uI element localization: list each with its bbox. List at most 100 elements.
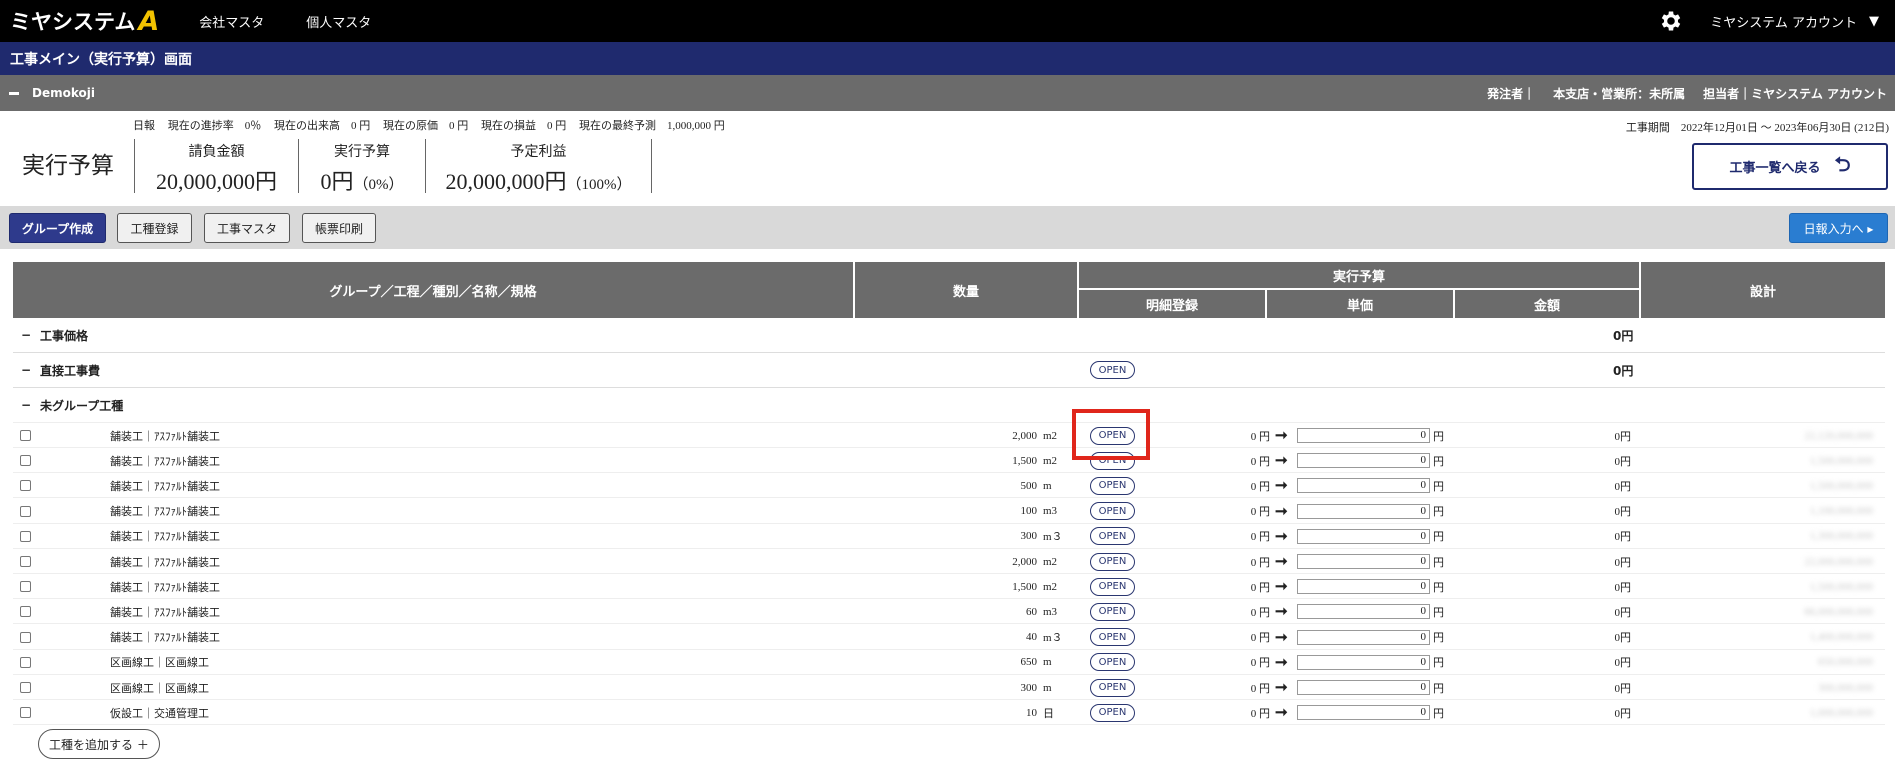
unit-price-input[interactable]: 0 [1297,654,1430,670]
arrow-right-icon: ➞ [1275,428,1288,444]
open-button[interactable]: OPEN [1090,602,1135,621]
row-checkbox[interactable] [20,656,31,668]
add-type-button[interactable]: 工種を追加する ＋ [38,729,160,759]
unit-price-input[interactable]: 0 [1297,680,1430,695]
item-current-price: 0 円 [1250,556,1270,569]
unit-price-input[interactable]: 0 [1297,705,1430,721]
group-row-ungrouped[interactable]: − 未グループ工種 [13,388,1885,423]
table-row[interactable]: 舗装工｜ｱｽﾌｧﾙﾄ舗装工 1,500 m2 OPEN 0 円 ➞ 0 円 0円 1,500,00… [13,448,1885,474]
unit-price-input[interactable]: 0 [1297,579,1430,595]
table-row[interactable]: 舗装工｜ｱｽﾌｧﾙﾄ舗装工 2,000 m2 OPEN 0 円 ➞ 0 円 0円 22,000,0… [13,549,1885,574]
unit-price-input[interactable]: 0 [1297,528,1430,544]
collapse-icon[interactable] [9,91,19,95]
open-button[interactable]: OPEN [1090,577,1135,596]
open-button[interactable]: OPEN [1090,476,1135,495]
item-amount: 0円 [1614,581,1632,594]
type-master-button[interactable]: 工事マスタ [204,213,290,243]
row-checkbox[interactable] [20,480,31,492]
unit-price-input[interactable]: 0 [1297,428,1430,443]
nav-company-master[interactable]: 会社マスタ [199,12,264,31]
item-amount: 0円 [1614,556,1632,569]
group-row-direct-cost[interactable]: − 直接工事費 OPEN 0円 [13,353,1885,388]
print-button[interactable]: 帳票印刷 [302,213,376,243]
construction-period: 工事期間 2022年12月01日 ～ 2023年06月30日 (212日) [1625,122,1889,134]
item-current-price: 0 円 [1250,632,1270,645]
daily-input-button[interactable]: 日報入力へ ▸ [1789,213,1888,243]
unit-price-input[interactable]: 0 [1297,478,1430,494]
table-row[interactable]: 舗装工｜ｱｽﾌｧﾙﾄ舗装工 2,000 m2 OPEN 0 円 ➞ 0 円 0円 22,120,0… [13,423,1885,448]
item-amount: 0円 [1614,632,1632,645]
group-row-construction-price[interactable]: − 工事価格 0円 [13,318,1885,353]
row-checkbox[interactable] [20,707,31,719]
app-logo[interactable]: ミヤシステム A [10,6,159,37]
table-row[interactable]: 区画線工｜区画線工 650 m OPEN 0 円 ➞ 0 円 0円 650,000,000 [13,650,1885,675]
header-budget: 実行予算 [1079,262,1639,288]
open-button[interactable]: OPEN [1090,678,1135,697]
unit-price-input[interactable]: 0 [1297,604,1430,620]
item-design-value: 1,000,000,000 [1809,706,1873,719]
arrow-right-icon: ➞ [1275,680,1288,696]
item-name: 舗装工｜ｱｽﾌｧﾙﾄ舗装工 [110,606,220,619]
caret-down-icon[interactable]: ▼ [1869,14,1879,29]
yen-label: 円 [1433,531,1444,544]
row-checkbox[interactable] [20,581,31,593]
item-name: 区画線工｜区画線工 [110,682,209,695]
table-row[interactable]: 舗装工｜ｱｽﾌｧﾙﾄ舗装工 500 m OPEN 0 円 ➞ 0 円 0円 1,500,000,0… [13,473,1885,499]
item-current-price: 0 円 [1250,657,1270,670]
logo-text: ミヤシステム [10,10,136,34]
highlight-box [1072,409,1150,460]
collapse-minus-icon[interactable]: − [16,398,36,412]
back-to-list-button[interactable]: 工事一覧へ戻る ⮌ [1692,143,1888,190]
row-checkbox[interactable] [20,430,31,441]
row-checkbox[interactable] [20,682,31,693]
item-name: 舗装工｜ｱｽﾌｧﾙﾄ舗装工 [110,581,220,594]
table-row[interactable]: 舗装工｜ｱｽﾌｧﾙﾄ舗装工 300 m３ OPEN 0 円 ➞ 0 円 0円 1,300,000,… [13,524,1885,549]
unit-price-input[interactable]: 0 [1297,453,1430,469]
open-button[interactable]: OPEN [1090,502,1135,521]
unit-price-input[interactable]: 0 [1297,629,1430,645]
header-group: グループ／工程／種別／名称／規格 [13,262,853,318]
yen-label: 円 [1433,682,1444,695]
item-quantity: 40 [1026,631,1037,644]
row-checkbox[interactable] [20,606,31,618]
collapse-minus-icon[interactable]: − [16,363,36,377]
unit-price-input[interactable]: 0 [1297,554,1430,569]
table-row[interactable]: 区画線工｜区画線工 300 m OPEN 0 円 ➞ 0 円 0円 300,000,000 [13,675,1885,700]
gear-icon[interactable] [1658,8,1684,34]
unit-price-input[interactable]: 0 [1297,503,1430,519]
table-row[interactable]: 舗装工｜ｱｽﾌｧﾙﾄ舗装工 100 m3 OPEN 0 円 ➞ 0 円 0円 1,100,000,… [13,499,1885,524]
contract-amount: 請負金額 20,000,000円 [134,139,298,194]
open-button[interactable]: OPEN [1090,552,1135,571]
table-row[interactable]: 舗装工｜ｱｽﾌｧﾙﾄ舗装工 60 m3 OPEN 0 円 ➞ 0 円 0円 66,000,000,… [13,599,1885,625]
collapse-minus-icon[interactable]: − [16,328,36,342]
item-name: 舗装工｜ｱｽﾌｧﾙﾄ舗装工 [110,455,220,468]
status-line: 日報 現在の進捗率 0％ 現在の出来高 0 円 現在の原価 0 円 現在の損益 … [133,117,735,133]
open-button[interactable]: OPEN [1090,527,1135,546]
nav-personal-master[interactable]: 個人マスタ [306,12,371,31]
register-type-button[interactable]: 工種登録 [117,213,192,243]
item-unit: m３ [1043,632,1063,645]
row-checkbox[interactable] [20,631,31,643]
open-button[interactable]: OPEN [1090,703,1135,722]
item-current-price: 0 円 [1250,682,1270,695]
create-group-button[interactable]: グループ作成 [9,213,106,243]
group-name: 未グループ工種 [40,398,124,413]
account-name[interactable]: ミヤシステム アカウント [1710,12,1857,31]
row-checkbox[interactable] [20,556,31,567]
status-progress: 現在の進捗率 0％ [167,120,262,132]
row-checkbox[interactable] [20,530,31,542]
status-cost: 現在の原価 0 円 [383,120,469,132]
table-row[interactable]: 舗装工｜ｱｽﾌｧﾙﾄ舗装工 40 m３ OPEN 0 円 ➞ 0 円 0円 1,400,000,0… [13,625,1885,650]
open-button[interactable]: OPEN [1090,653,1135,672]
row-checkbox[interactable] [20,455,31,467]
row-checkbox[interactable] [20,505,31,517]
item-current-price: 0 円 [1250,506,1270,519]
open-button[interactable]: OPEN [1090,361,1135,379]
table-row[interactable]: 仮設工｜交通管理工 10 日 OPEN 0 円 ➞ 0 円 0円 1,000,000,000 [13,700,1885,726]
item-current-price: 0 円 [1250,455,1270,468]
table-row[interactable]: 舗装工｜ｱｽﾌｧﾙﾄ舗装工 1,500 m2 OPEN 0 円 ➞ 0 円 0円 1,500,00… [13,574,1885,600]
status-daily[interactable]: 日報 [133,120,155,132]
item-current-price: 0 円 [1250,430,1270,443]
open-button[interactable]: OPEN [1090,628,1135,647]
profit-value: 20,000,000円 [445,169,567,194]
